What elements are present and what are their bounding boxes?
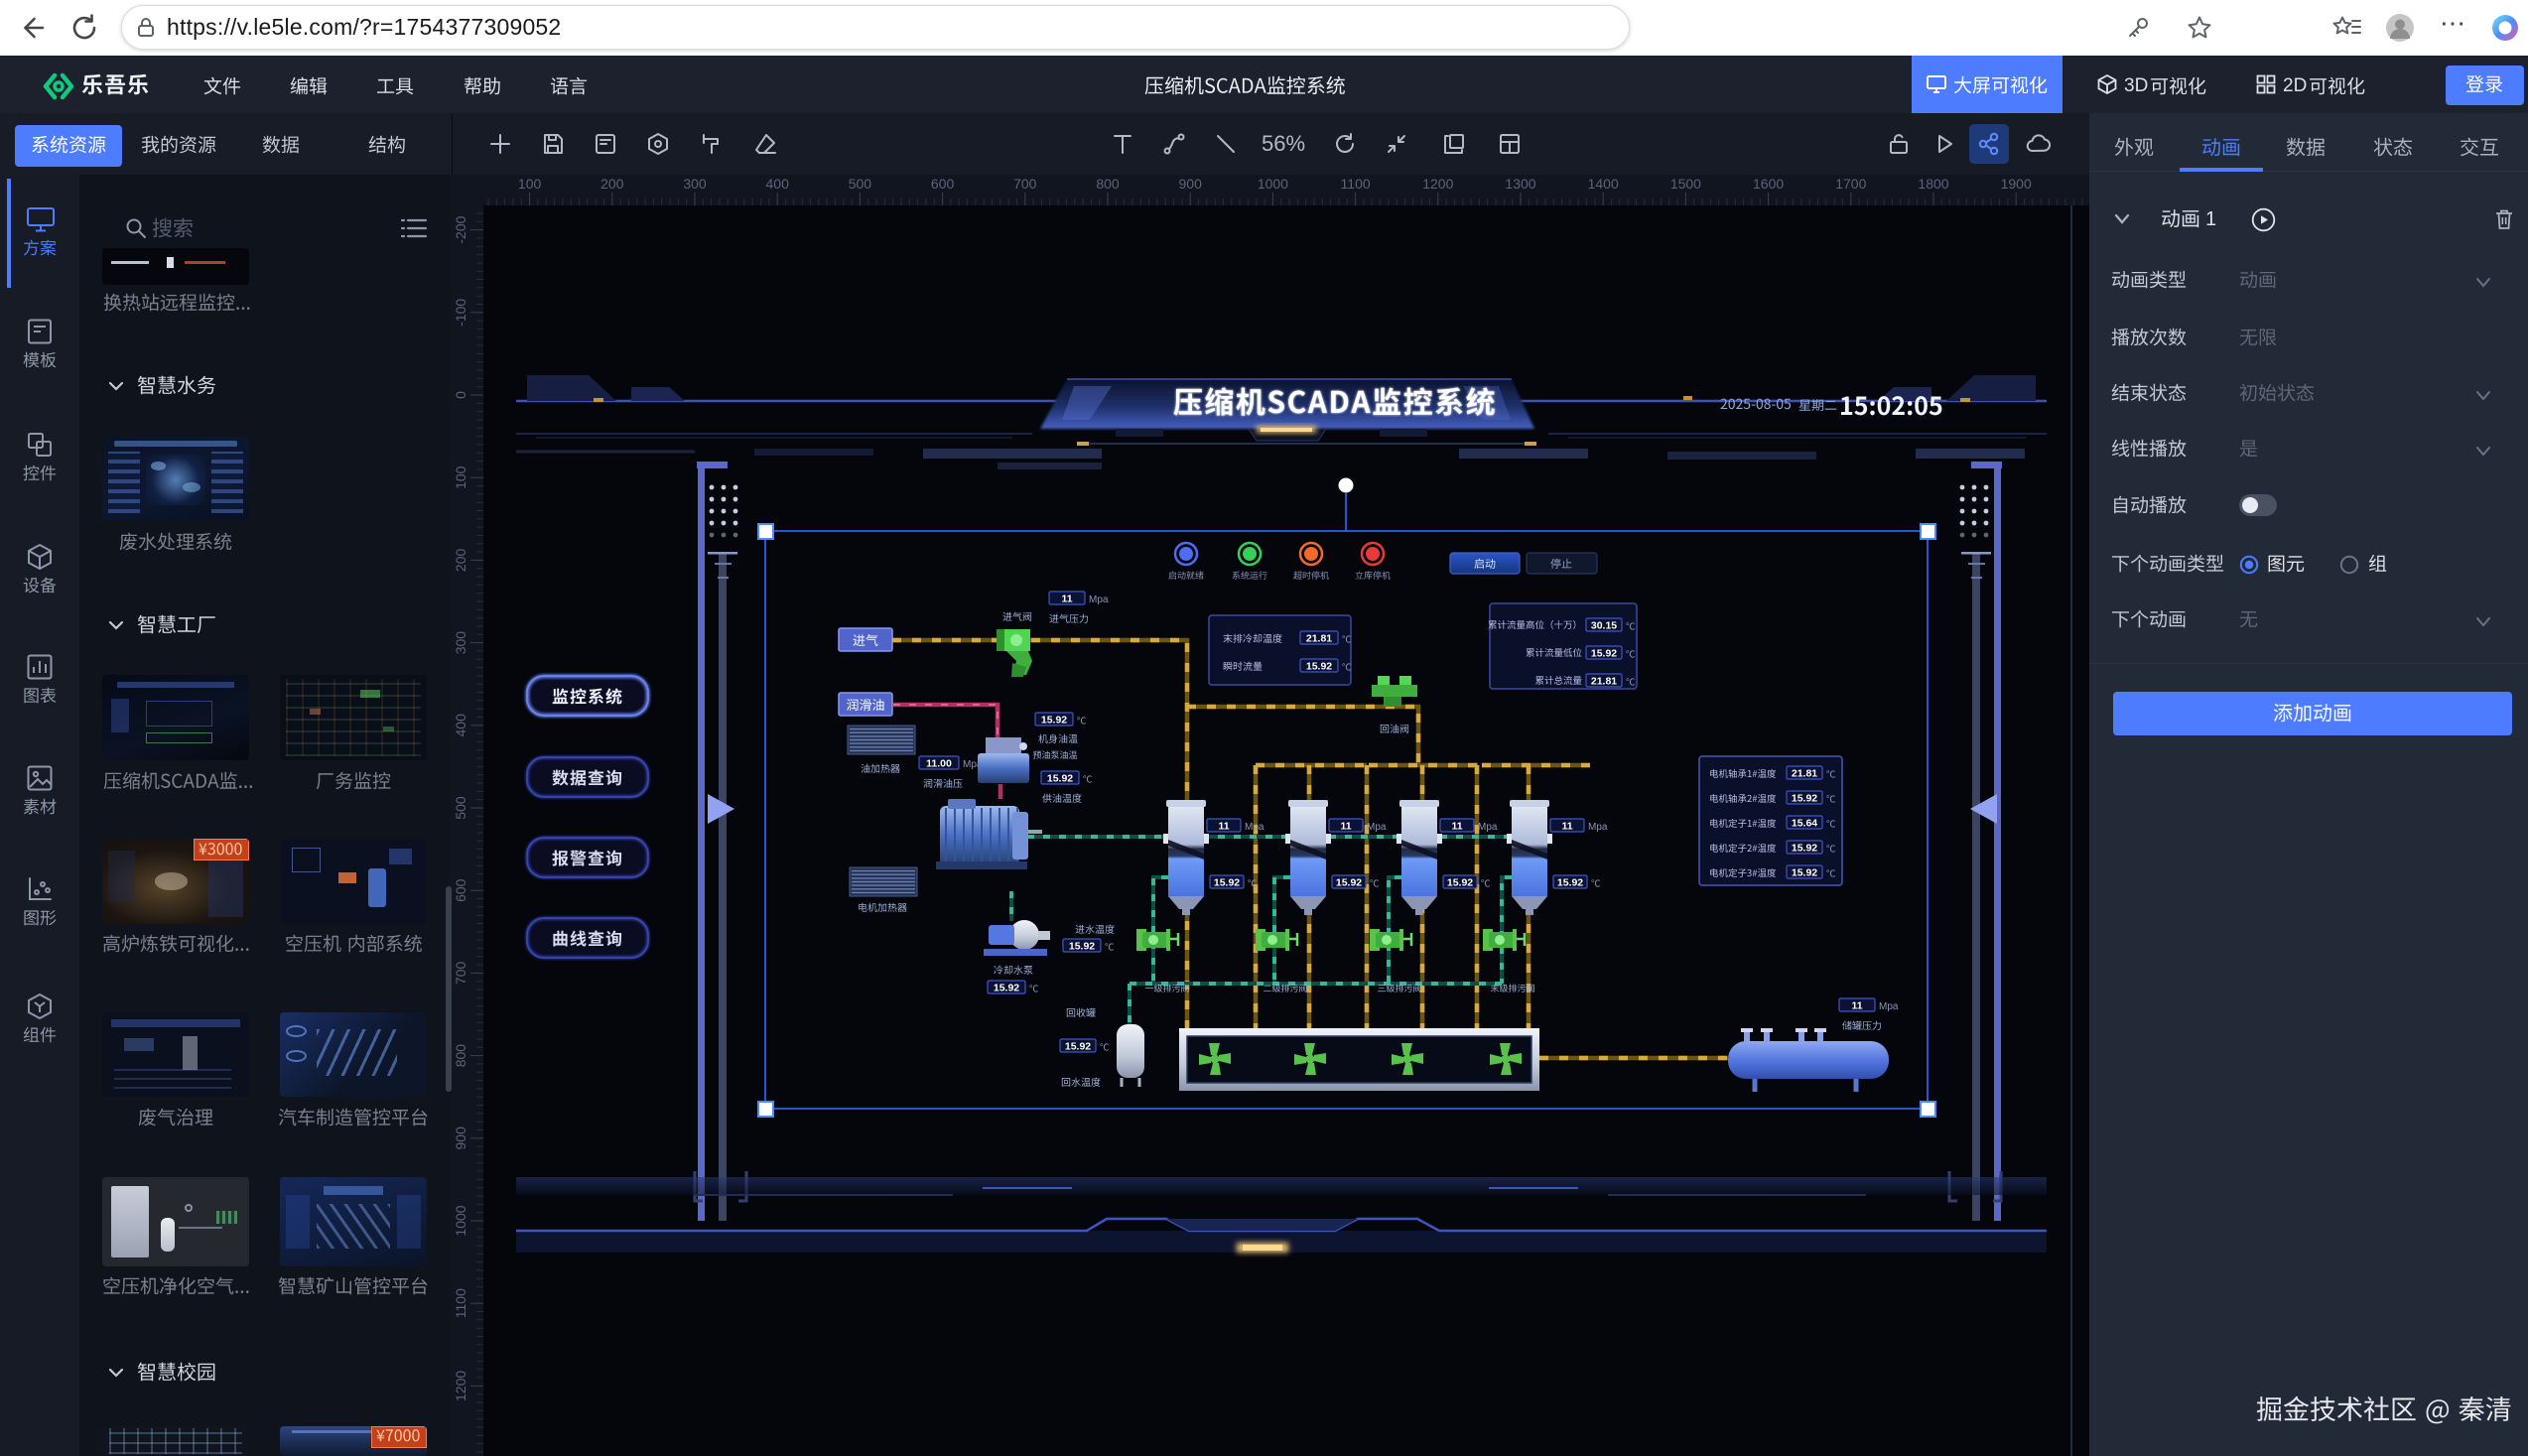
svg-text:15.92: 15.92	[1447, 877, 1473, 889]
svg-text:1700: 1700	[1835, 176, 1866, 192]
svg-text:300: 300	[453, 631, 468, 655]
svg-text:700: 700	[453, 962, 468, 986]
svg-text:15.92: 15.92	[1069, 941, 1095, 953]
svg-text:1800: 1800	[1918, 176, 1948, 192]
svg-text:15.92: 15.92	[1214, 877, 1240, 889]
svg-text:1100: 1100	[1341, 176, 1371, 192]
svg-text:1000: 1000	[453, 1205, 468, 1236]
svg-text:21.81: 21.81	[1792, 768, 1817, 780]
svg-text:Mpa: Mpa	[1478, 822, 1498, 833]
svg-text:600: 600	[453, 878, 468, 902]
svg-text:500: 500	[849, 176, 872, 192]
svg-text:0: 0	[453, 391, 468, 399]
svg-text:200: 200	[600, 176, 624, 192]
svg-text:11: 11	[1451, 821, 1462, 833]
svg-text:1500: 1500	[1670, 176, 1701, 192]
svg-text:15.92: 15.92	[1792, 867, 1817, 879]
svg-text:21.81: 21.81	[1306, 633, 1332, 645]
svg-text:30.15: 30.15	[1591, 620, 1617, 632]
svg-text:21.81: 21.81	[1591, 676, 1617, 688]
svg-text:100: 100	[518, 176, 542, 192]
svg-text:11: 11	[1061, 594, 1072, 605]
svg-text:Mpa: Mpa	[1089, 595, 1109, 605]
svg-text:15.64: 15.64	[1792, 818, 1817, 830]
svg-text:1100: 1100	[453, 1288, 468, 1318]
svg-text:1900: 1900	[2001, 176, 2032, 192]
svg-text:-100: -100	[453, 299, 468, 327]
svg-text:1300: 1300	[1505, 176, 1535, 192]
svg-text:300: 300	[683, 176, 707, 192]
svg-text:15.92: 15.92	[994, 983, 1019, 994]
svg-text:900: 900	[453, 1126, 468, 1150]
svg-text:1400: 1400	[1588, 176, 1619, 192]
svg-text:1200: 1200	[453, 1371, 468, 1401]
svg-text:200: 200	[453, 549, 468, 573]
svg-text:11: 11	[1561, 821, 1572, 833]
svg-text:11: 11	[1218, 821, 1229, 833]
svg-text:1000: 1000	[1258, 176, 1288, 192]
svg-text:800: 800	[453, 1044, 468, 1068]
svg-text:15.92: 15.92	[1306, 661, 1332, 673]
svg-text:Mpa: Mpa	[1588, 822, 1608, 833]
svg-text:1200: 1200	[1422, 176, 1453, 192]
svg-text:15.92: 15.92	[1792, 793, 1817, 805]
svg-text:Mpa: Mpa	[1245, 822, 1264, 833]
svg-text:11: 11	[1851, 1000, 1862, 1012]
svg-text:Mpa: Mpa	[1367, 822, 1387, 833]
svg-text:500: 500	[453, 796, 468, 820]
svg-text:1600: 1600	[1753, 176, 1784, 192]
svg-text:15.92: 15.92	[1047, 773, 1073, 785]
svg-text:15.92: 15.92	[1065, 1041, 1091, 1053]
svg-text:15.92: 15.92	[1041, 715, 1067, 727]
svg-text:11: 11	[1340, 821, 1351, 833]
svg-text:Mpa: Mpa	[1879, 1001, 1899, 1012]
svg-text:400: 400	[766, 176, 790, 192]
svg-text:900: 900	[1179, 176, 1203, 192]
svg-text:400: 400	[453, 714, 468, 737]
svg-text:11.00: 11.00	[926, 758, 952, 770]
svg-text:15.92: 15.92	[1792, 843, 1817, 855]
svg-text:15.92: 15.92	[1336, 877, 1362, 889]
svg-text:700: 700	[1013, 176, 1037, 192]
svg-text:-200: -200	[453, 215, 468, 243]
svg-text:15.92: 15.92	[1557, 877, 1583, 889]
svg-text:100: 100	[453, 465, 468, 489]
svg-text:15.92: 15.92	[1591, 648, 1617, 660]
svg-text:600: 600	[931, 176, 955, 192]
svg-text:800: 800	[1096, 176, 1120, 192]
